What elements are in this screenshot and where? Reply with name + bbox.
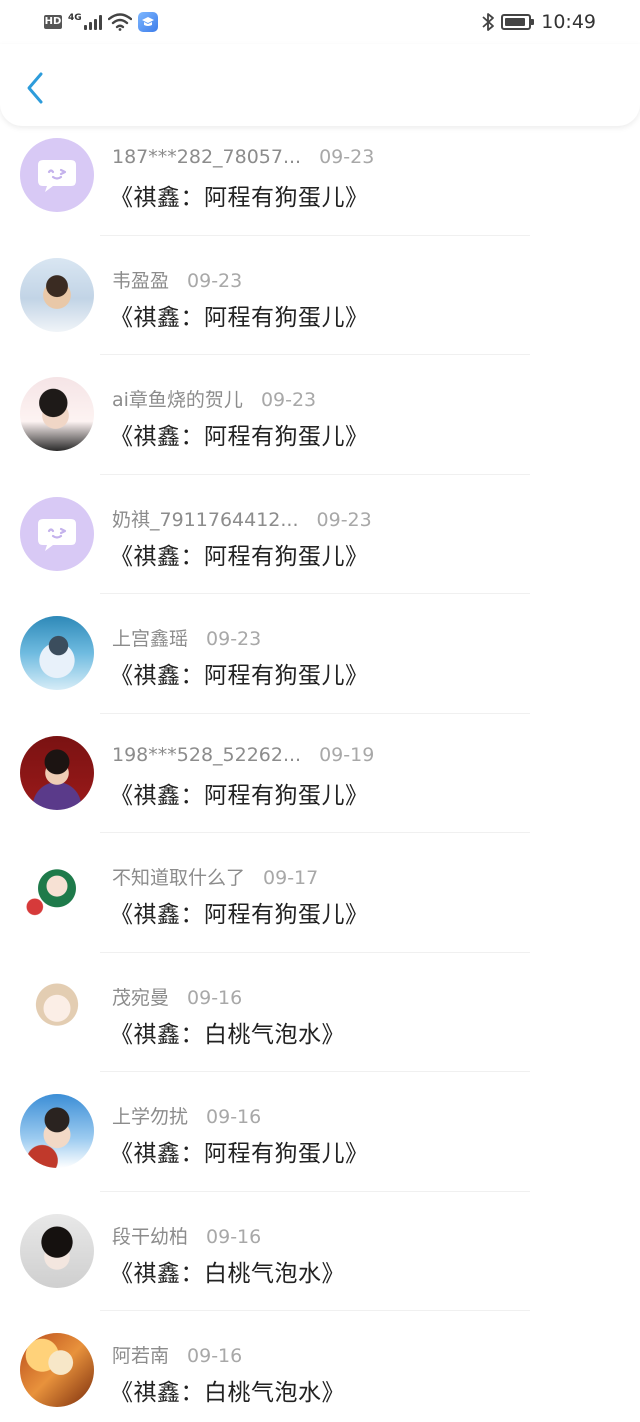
comment-meta: 不知道取什么了 09-17 (112, 863, 318, 890)
battery-level (505, 18, 526, 26)
avatar[interactable] (20, 377, 94, 451)
hd-badge: HD (44, 15, 62, 29)
list-item[interactable]: 茂宛曼 09-16 《祺鑫：白桃气泡水》 (0, 953, 640, 1072)
username[interactable]: 上宫鑫瑶 (112, 624, 188, 651)
username[interactable]: 段干幼柏 (112, 1222, 188, 1249)
status-bar: HD 4G 10:49 (0, 0, 640, 44)
book-title-link[interactable]: 《祺鑫：白桃气泡水》 (110, 1254, 345, 1288)
username[interactable]: 茂宛曼 (112, 983, 169, 1010)
comment-meta: 阿若南 09-16 (112, 1341, 242, 1368)
comment-list: 187***282_78057... 09-23 《祺鑫：阿程有狗蛋儿》 韦盈盈 09-… (0, 116, 640, 1422)
comment-date: 09-23 (206, 628, 262, 650)
top-nav-bar (0, 44, 640, 126)
comment-date: 09-23 (319, 146, 375, 168)
book-title-link[interactable]: 《祺鑫：阿程有狗蛋儿》 (110, 417, 369, 451)
list-item[interactable]: 段干幼柏 09-16 《祺鑫：白桃气泡水》 (0, 1192, 640, 1311)
avatar[interactable] (20, 974, 94, 1049)
comment-date: 09-19 (319, 743, 375, 766)
book-title-link[interactable]: 《祺鑫：阿程有狗蛋儿》 (110, 895, 369, 929)
comment-meta: 上学勿扰 09-16 (112, 1102, 261, 1129)
clock: 10:49 (541, 11, 596, 33)
avatar[interactable] (20, 138, 94, 212)
username[interactable]: 187***282_78057... (112, 146, 301, 168)
status-right: 10:49 (481, 11, 596, 33)
default-avatar-chat-icon (38, 160, 76, 192)
comment-date: 09-23 (187, 269, 243, 292)
comment-meta: 奶祺_7911764412... 09-23 (112, 505, 372, 532)
comment-date: 09-16 (206, 1225, 262, 1248)
list-item[interactable]: 上学勿扰 09-16 《祺鑫：阿程有狗蛋儿》 (0, 1072, 640, 1192)
bluetooth-icon (482, 13, 495, 31)
list-item[interactable]: 阿若南 09-16 《祺鑫：白桃气泡水》 (0, 1311, 640, 1422)
signal-icon (83, 14, 102, 30)
list-item[interactable]: 韦盈盈 09-23 《祺鑫：阿程有狗蛋儿》 (0, 236, 640, 355)
battery-icon (501, 14, 535, 30)
status-left: HD 4G (44, 12, 158, 32)
wifi-icon (107, 13, 132, 31)
username[interactable]: 阿若南 (112, 1341, 169, 1368)
book-title-link[interactable]: 《祺鑫：白桃气泡水》 (110, 1373, 345, 1407)
default-avatar-chat-icon (38, 518, 76, 551)
book-title-link[interactable]: 《祺鑫：阿程有狗蛋儿》 (110, 1134, 369, 1168)
book-title-link[interactable]: 《祺鑫：白桃气泡水》 (110, 1015, 345, 1049)
list-item[interactable]: ai章鱼烧的贺儿 09-23 《祺鑫：阿程有狗蛋儿》 (0, 355, 640, 475)
back-button[interactable] (20, 68, 50, 108)
chevron-left-icon (27, 72, 43, 104)
app-notification-icon (137, 12, 158, 32)
avatar[interactable] (20, 855, 94, 929)
username[interactable]: 上学勿扰 (112, 1102, 188, 1129)
avatar[interactable] (20, 1333, 94, 1407)
comment-meta: 187***282_78057... 09-23 (112, 146, 374, 168)
comment-date: 09-23 (260, 389, 317, 411)
list-item[interactable]: 198***528_52262... 09-19 《祺鑫：阿程有狗蛋儿》 (0, 714, 640, 833)
book-title-link[interactable]: 《祺鑫：阿程有狗蛋儿》 (110, 537, 369, 571)
comment-meta: 茂宛曼 09-16 (112, 983, 242, 1010)
avatar[interactable] (20, 496, 94, 571)
comment-meta: ai章鱼烧的贺儿 09-23 (112, 385, 316, 412)
username[interactable]: 198***528_52262... (112, 744, 301, 766)
list-item[interactable]: 187***282_78057... 09-23 《祺鑫：阿程有狗蛋儿》 (0, 116, 640, 236)
list-item[interactable]: 奶祺_7911764412... 09-23 《祺鑫：阿程有狗蛋儿》 (0, 475, 640, 594)
avatar[interactable] (20, 257, 94, 332)
list-item[interactable]: 不知道取什么了 09-17 《祺鑫：阿程有狗蛋儿》 (0, 833, 640, 953)
comment-date: 09-16 (206, 1106, 262, 1128)
list-item[interactable]: 上宫鑫瑶 09-23 《祺鑫：阿程有狗蛋儿》 (0, 594, 640, 714)
comment-date: 09-23 (316, 508, 372, 531)
username[interactable]: ai章鱼烧的贺儿 (112, 385, 243, 412)
book-title-link[interactable]: 《祺鑫：阿程有狗蛋儿》 (110, 776, 369, 810)
username[interactable]: 韦盈盈 (112, 266, 169, 293)
book-title-link[interactable]: 《祺鑫：阿程有狗蛋儿》 (110, 656, 369, 690)
comment-date: 09-17 (263, 867, 319, 889)
username[interactable]: 不知道取什么了 (112, 863, 245, 890)
comment-date: 09-16 (187, 1345, 243, 1367)
avatar[interactable] (20, 1094, 94, 1168)
comment-meta: 段干幼柏 09-16 (112, 1222, 261, 1249)
comment-meta: 上宫鑫瑶 09-23 (112, 624, 261, 651)
avatar[interactable] (20, 735, 94, 810)
comment-date: 09-16 (187, 986, 243, 1009)
username[interactable]: 奶祺_7911764412... (112, 505, 299, 532)
network-type: 4G (68, 13, 82, 23)
comment-meta: 韦盈盈 09-23 (112, 266, 242, 293)
avatar[interactable] (20, 1213, 94, 1288)
book-title-link[interactable]: 《祺鑫：阿程有狗蛋儿》 (110, 178, 369, 212)
comment-meta: 198***528_52262... 09-19 (112, 744, 374, 766)
book-title-link[interactable]: 《祺鑫：阿程有狗蛋儿》 (110, 298, 369, 332)
avatar[interactable] (20, 616, 94, 690)
